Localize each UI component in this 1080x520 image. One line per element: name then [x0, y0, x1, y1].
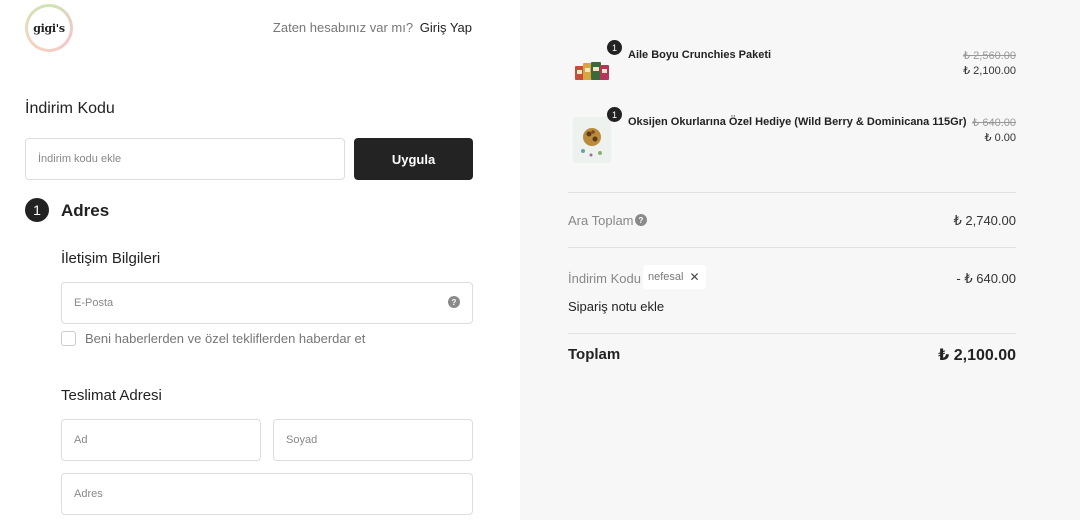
quantity-badge: 1	[607, 107, 622, 122]
brand-logo-text: gigi's	[28, 7, 70, 49]
subtotal-value: ₺ 2,740.00	[953, 213, 1017, 228]
step-number-badge: 1	[25, 198, 49, 222]
product-gift-image	[573, 117, 611, 163]
contact-info-title: İletişim Bilgileri	[61, 250, 161, 267]
product-old-price: ₺ 2,560.00	[963, 50, 1016, 62]
brand-logo[interactable]: gigi's	[25, 4, 73, 52]
product-name: Aile Boyu Crunchies Paketi	[628, 49, 772, 61]
product-price: ₺ 0.00	[984, 132, 1016, 144]
last-name-field[interactable]: Soyad	[273, 419, 473, 461]
applied-discount-tag: nefesal ✕	[643, 265, 706, 289]
product-pack-image	[573, 50, 611, 96]
add-order-note-link[interactable]: Sipariş notu ekle	[568, 299, 664, 314]
total-value: ₺ 2,100.00	[938, 347, 1016, 364]
checkout-form-panel: gigi's Zaten hesabınız var mı? Giriş Yap…	[0, 0, 520, 520]
delivery-address-title: Teslimat Adresi	[61, 387, 162, 404]
newsletter-checkbox[interactable]	[61, 331, 76, 346]
address-step-title: Adres	[61, 201, 110, 220]
discount-label: İndirim Kodu	[568, 271, 641, 286]
discount-section-title: İndirim Kodu	[25, 100, 115, 117]
newsletter-label[interactable]: Beni haberlerden ve özel tekliflerden ha…	[85, 331, 365, 346]
total-label: Toplam	[568, 346, 621, 363]
question-icon[interactable]: ?	[448, 296, 460, 308]
discount-code-text: nefesal	[648, 271, 684, 283]
product-price: ₺ 2,100.00	[963, 65, 1016, 77]
login-link[interactable]: Giriş Yap	[420, 20, 472, 35]
product-old-price: ₺ 640.00	[972, 117, 1016, 129]
discount-code-input[interactable]: İndirim kodu ekle	[25, 138, 345, 180]
address-field[interactable]: Adres	[61, 473, 473, 515]
summary-divider	[568, 247, 1016, 248]
login-prompt: Zaten hesabınız var mı? Giriş Yap	[273, 20, 472, 35]
apply-discount-button[interactable]: Uygula	[354, 138, 473, 180]
email-field[interactable]: E-Posta	[61, 282, 473, 324]
first-name-field[interactable]: Ad	[61, 419, 261, 461]
summary-divider	[568, 333, 1016, 334]
product-name: Oksijen Okurlarına Özel Hediye (Wild Ber…	[628, 116, 967, 128]
subtotal-label: Ara Toplam	[568, 213, 634, 228]
question-icon[interactable]: ?	[635, 214, 647, 226]
login-prompt-text: Zaten hesabınız var mı?	[272, 20, 414, 35]
close-icon[interactable]: ✕	[689, 270, 699, 284]
quantity-badge: 1	[607, 40, 622, 55]
summary-divider	[568, 192, 1016, 193]
discount-value: - ₺ 640.00	[956, 271, 1016, 286]
